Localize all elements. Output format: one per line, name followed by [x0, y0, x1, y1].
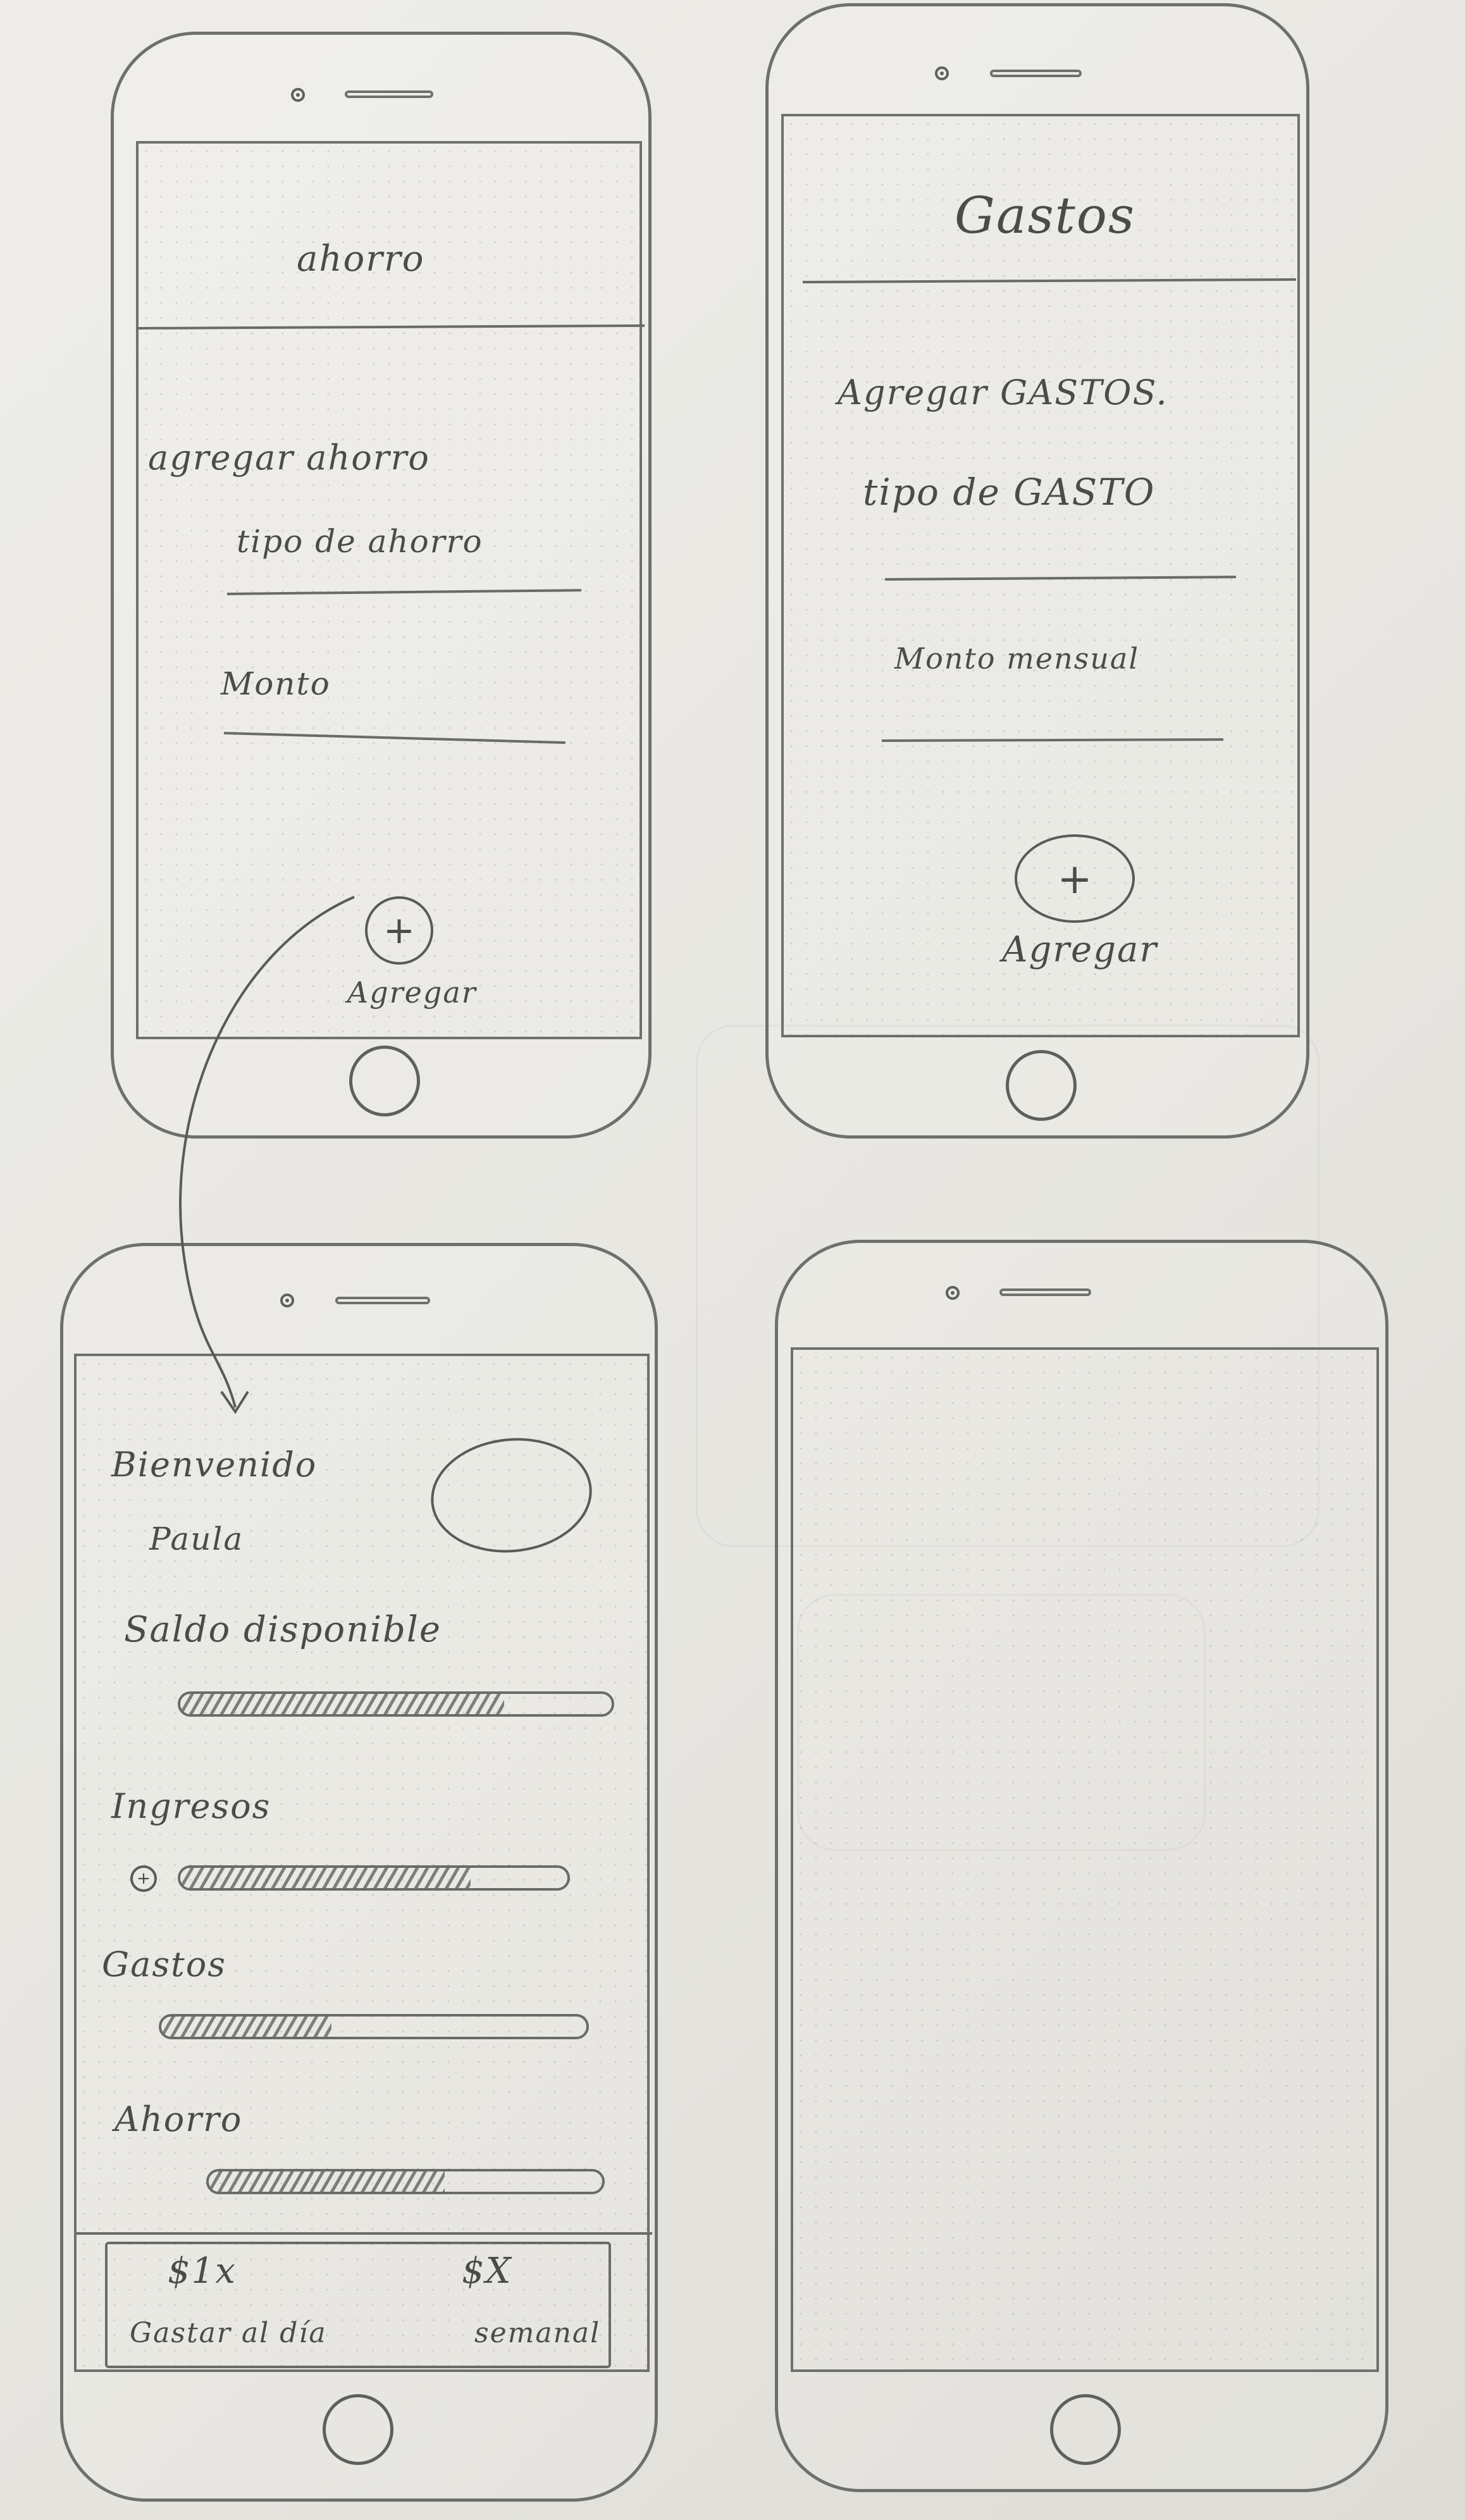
footer-divider — [77, 2232, 652, 2235]
weekly-value: $X — [462, 2251, 512, 2292]
page-title: ahorro — [297, 238, 425, 280]
add-expenses-label: Agregar GASTOS. — [838, 373, 1168, 412]
income-bar — [178, 1865, 570, 1891]
add-savings-label: agregar ahorro — [148, 438, 430, 478]
greeting-welcome: Bienvenido — [111, 1445, 318, 1485]
camera-icon — [935, 66, 949, 80]
page-title: Gastos — [955, 186, 1136, 245]
amount-underline — [223, 732, 566, 744]
savings-bar-fill — [209, 2171, 445, 2192]
phone-gastos: Gastos Agregar GASTOS. tipo de GASTO Mon… — [765, 3, 1309, 1139]
daily-spend-value: $1x — [168, 2251, 237, 2292]
add-income-button[interactable]: + — [130, 1865, 157, 1892]
add-button[interactable]: + — [1015, 834, 1135, 923]
home-button[interactable] — [1006, 1050, 1077, 1121]
plus-icon: + — [383, 908, 416, 953]
avatar[interactable] — [425, 1430, 598, 1560]
phone-blank — [775, 1240, 1388, 2492]
greeting-user-name: Paula — [149, 1521, 244, 1557]
savings-bar — [206, 2169, 605, 2194]
header-divider — [802, 278, 1296, 283]
savings-type-field[interactable]: tipo de ahorro — [237, 523, 483, 560]
speaker-slot — [990, 70, 1082, 77]
add-button-label[interactable]: Agregar — [1002, 929, 1158, 970]
screen-dashboard: Bienvenido Paula Saldo disponible Ingres… — [74, 1354, 652, 2372]
savings-type-underline — [226, 589, 581, 595]
screen-ahorro: ahorro agregar ahorro tipo de ahorro Mon… — [136, 141, 645, 1039]
expenses-bar — [159, 2014, 589, 2039]
screen-blank — [791, 1347, 1379, 2372]
income-bar-fill — [180, 1868, 471, 1888]
add-button[interactable]: + — [365, 896, 433, 965]
speaker-slot — [999, 1288, 1091, 1296]
monthly-amount-field[interactable]: Monto mensual — [894, 641, 1139, 676]
screen-gastos: Gastos Agregar GASTOS. tipo de GASTO Mon… — [781, 114, 1300, 1037]
monthly-amount-underline — [881, 738, 1224, 742]
home-button[interactable] — [323, 2394, 393, 2465]
expense-type-field[interactable]: tipo de GASTO — [863, 471, 1155, 514]
home-button[interactable] — [349, 1046, 420, 1116]
amount-field[interactable]: Monto — [221, 665, 331, 702]
camera-icon — [291, 88, 305, 102]
expenses-label: Gastos — [102, 1944, 226, 1984]
speaker-slot — [335, 1297, 430, 1304]
footer-summary: $1x Gastar al día $X semanal — [105, 2242, 611, 2368]
expenses-bar-fill — [161, 2017, 331, 2037]
balance-label: Saldo disponible — [124, 1609, 442, 1650]
phone-ahorro: ahorro agregar ahorro tipo de ahorro Mon… — [111, 32, 652, 1139]
camera-icon — [946, 1286, 960, 1300]
daily-spend-label: Gastar al día — [130, 2317, 327, 2349]
header-divider — [138, 324, 645, 330]
savings-label: Ahorro — [114, 2099, 243, 2139]
plus-icon: + — [137, 1869, 151, 1888]
balance-bar-fill — [180, 1694, 504, 1714]
weekly-label: semanal — [474, 2317, 601, 2349]
add-button-label[interactable]: Agregar — [347, 975, 477, 1010]
phone-dashboard: Bienvenido Paula Saldo disponible Ingres… — [60, 1243, 658, 2502]
income-label: Ingresos — [111, 1786, 271, 1826]
plus-icon: + — [1057, 854, 1092, 903]
balance-bar — [178, 1691, 614, 1717]
speaker-slot — [345, 90, 433, 98]
home-button[interactable] — [1050, 2394, 1121, 2465]
camera-icon — [280, 1294, 294, 1307]
expense-type-underline — [884, 576, 1237, 581]
